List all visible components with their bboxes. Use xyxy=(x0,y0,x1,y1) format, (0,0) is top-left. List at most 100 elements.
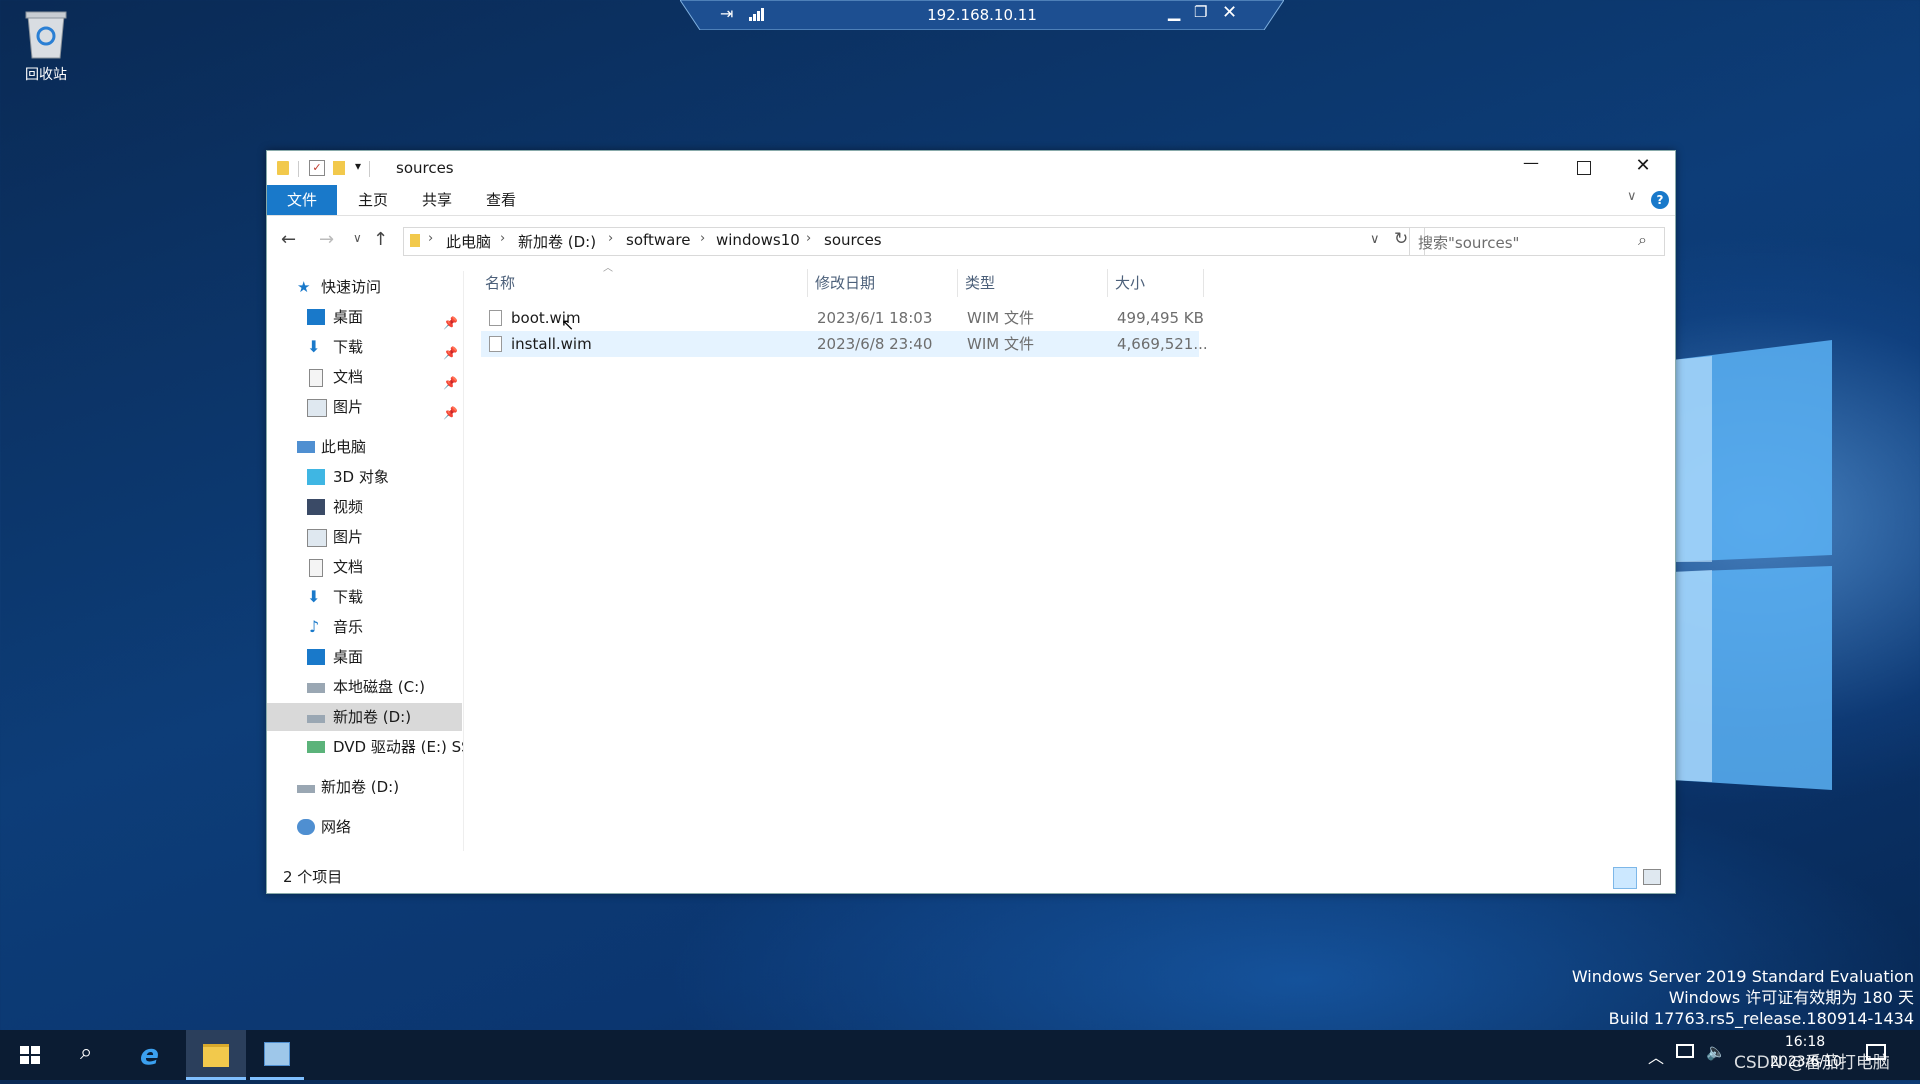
action-center-icon[interactable] xyxy=(1866,1044,1886,1060)
taskbar-internet-explorer[interactable]: e xyxy=(124,1030,184,1080)
help-icon[interactable]: ? xyxy=(1651,191,1669,209)
file-icon xyxy=(489,336,502,352)
expand-ribbon-icon[interactable]: ∨ xyxy=(1627,189,1637,204)
up-button[interactable]: ↑ xyxy=(373,229,388,250)
column-divider[interactable] xyxy=(1107,269,1108,297)
properties-icon[interactable]: ✓ xyxy=(309,160,325,176)
nav-quick-pictures[interactable]: 图片 📌 xyxy=(307,393,458,421)
clock[interactable]: 16:18 2023/6/10 xyxy=(1770,1032,1842,1072)
new-folder-icon[interactable] xyxy=(333,161,345,175)
tab-home[interactable]: 主页 xyxy=(343,185,403,215)
search-input[interactable]: 搜索"sources" ⌕ xyxy=(1409,227,1665,256)
maximize-button[interactable] xyxy=(1577,161,1591,175)
close-icon[interactable]: ✕ xyxy=(1222,2,1237,23)
nav-network[interactable]: 网络 xyxy=(297,813,457,841)
internet-explorer-icon: e xyxy=(140,1038,159,1071)
nav-desktop[interactable]: 桌面 xyxy=(307,643,457,671)
file-list: ︿ 名称 修改日期 类型 大小 boot.wim 2023/6/1 18:03 … xyxy=(481,263,1671,845)
breadcrumb-chevron-icon[interactable]: › xyxy=(428,231,433,246)
back-button[interactable]: ← xyxy=(281,229,296,250)
file-row-install[interactable]: install.wim 2023/6/8 23:40 WIM 文件 4,669,… xyxy=(481,331,1208,357)
breadcrumb-this-pc[interactable]: 此电脑 xyxy=(446,231,491,252)
column-header-size[interactable]: 大小 xyxy=(1115,265,1205,301)
nav-music[interactable]: ♪ 音乐 xyxy=(307,613,457,641)
large-icons-view-icon[interactable] xyxy=(1643,869,1661,885)
nav-quick-documents[interactable]: 文档 📌 xyxy=(307,363,458,391)
item-count: 2 个项目 xyxy=(283,868,343,886)
rdp-connection-bar: ⇥ 192.168.10.11 ▁ ❐ ✕ xyxy=(680,0,1284,30)
tab-view[interactable]: 查看 xyxy=(471,185,531,215)
nav-new-volume-d[interactable]: 新加卷 (D:) xyxy=(267,703,462,731)
breadcrumb-software[interactable]: software xyxy=(626,231,690,249)
column-divider[interactable] xyxy=(807,269,808,297)
server-manager-icon xyxy=(264,1042,290,1066)
breadcrumb-chevron-icon[interactable]: › xyxy=(806,231,811,246)
pin-icon[interactable]: 📌 xyxy=(443,399,458,427)
restore-icon[interactable]: ❐ xyxy=(1194,3,1207,21)
address-dropdown-icon[interactable]: ∨ xyxy=(1370,232,1380,247)
nav-downloads[interactable]: ⬇ 下载 xyxy=(307,583,457,611)
breadcrumb-chevron-icon[interactable]: › xyxy=(500,231,505,246)
pictures-icon xyxy=(307,399,327,417)
taskbar-server-manager[interactable] xyxy=(250,1030,304,1080)
watermark-edition: Windows Server 2019 Standard Evaluation xyxy=(1571,967,1914,986)
nav-3d-objects[interactable]: 3D 对象 xyxy=(307,463,457,491)
dvd-drive-icon xyxy=(307,741,325,753)
column-header-name[interactable]: 名称 xyxy=(485,265,795,301)
minimize-icon[interactable]: ▁ xyxy=(1168,2,1180,21)
volume-muted-icon[interactable]: 🔈 xyxy=(1706,1042,1726,1061)
separator xyxy=(298,161,299,177)
windows-logo-wallpaper xyxy=(1672,340,1920,790)
file-type: WIM 文件 xyxy=(967,309,1034,327)
network-status-icon[interactable] xyxy=(1676,1044,1694,1058)
nav-drive-d[interactable]: 新加卷 (D:) xyxy=(297,773,457,801)
nav-dvd-drive-e[interactable]: DVD 驱动器 (E:) SS xyxy=(307,733,463,761)
cube-icon xyxy=(307,469,325,485)
refresh-icon[interactable]: ↻ xyxy=(1394,229,1408,249)
recycle-bin-icon xyxy=(24,8,68,60)
breadcrumb-sources[interactable]: sources xyxy=(824,231,882,249)
drive-windows-icon xyxy=(307,683,325,693)
breadcrumb-windows10[interactable]: windows10 xyxy=(716,231,800,249)
tab-file[interactable]: 文件 xyxy=(267,185,337,215)
recent-locations-icon[interactable]: ∨ xyxy=(353,231,362,245)
show-hidden-icons-icon[interactable]: ︿ xyxy=(1648,1044,1664,1068)
navigation-pane: ★ 快速访问 桌面 📌 ⬇ 下载 📌 文档 📌 图片 📌 此电脑 3D 对象 视… xyxy=(267,271,464,851)
minimize-button[interactable]: — xyxy=(1519,153,1543,181)
film-icon xyxy=(307,499,325,515)
tab-share[interactable]: 共享 xyxy=(407,185,467,215)
file-row-boot[interactable]: boot.wim 2023/6/1 18:03 WIM 文件 499,495 K… xyxy=(481,305,1204,331)
nav-documents[interactable]: 文档 xyxy=(307,553,457,581)
search-placeholder: 搜索"sources" xyxy=(1418,234,1520,252)
recycle-bin-label: 回收站 xyxy=(25,67,67,83)
address-bar[interactable]: › 此电脑 › 新加卷 (D:) › software › windows10 … xyxy=(403,227,1425,256)
breadcrumb-chevron-icon[interactable]: › xyxy=(700,231,705,246)
details-view-icon[interactable] xyxy=(1613,867,1637,889)
search-icon[interactable]: ⌕ xyxy=(1638,230,1647,250)
column-header-date[interactable]: 修改日期 xyxy=(815,265,955,301)
column-divider[interactable] xyxy=(1203,269,1204,297)
customize-quick-access-icon[interactable]: ▾ xyxy=(355,159,361,173)
desktop-icon xyxy=(307,309,325,325)
nav-quick-downloads[interactable]: ⬇ 下载 📌 xyxy=(307,333,458,361)
nav-quick-access[interactable]: ★ 快速访问 xyxy=(297,273,457,301)
nav-videos[interactable]: 视频 xyxy=(307,493,457,521)
forward-button[interactable]: → xyxy=(319,229,334,250)
search-button[interactable]: ⌕ xyxy=(62,1030,120,1080)
recycle-bin[interactable]: 回收站 xyxy=(10,8,82,84)
taskbar-file-explorer[interactable] xyxy=(186,1030,246,1080)
breadcrumb-chevron-icon[interactable]: › xyxy=(608,231,613,246)
close-button[interactable]: ✕ xyxy=(1631,155,1655,181)
nav-pictures[interactable]: 图片 xyxy=(307,523,457,551)
nav-this-pc[interactable]: 此电脑 xyxy=(297,433,457,461)
drive-icon xyxy=(297,785,315,793)
breadcrumb-drive-d[interactable]: 新加卷 (D:) xyxy=(518,231,596,252)
document-icon xyxy=(309,369,323,387)
clock-time: 16:18 xyxy=(1784,1034,1826,1050)
nav-quick-desktop[interactable]: 桌面 📌 xyxy=(307,303,458,331)
document-icon xyxy=(309,559,323,577)
start-button[interactable] xyxy=(0,1030,60,1080)
column-divider[interactable] xyxy=(957,269,958,297)
column-header-type[interactable]: 类型 xyxy=(965,265,1105,301)
nav-local-disk-c[interactable]: 本地磁盘 (C:) xyxy=(307,673,457,701)
